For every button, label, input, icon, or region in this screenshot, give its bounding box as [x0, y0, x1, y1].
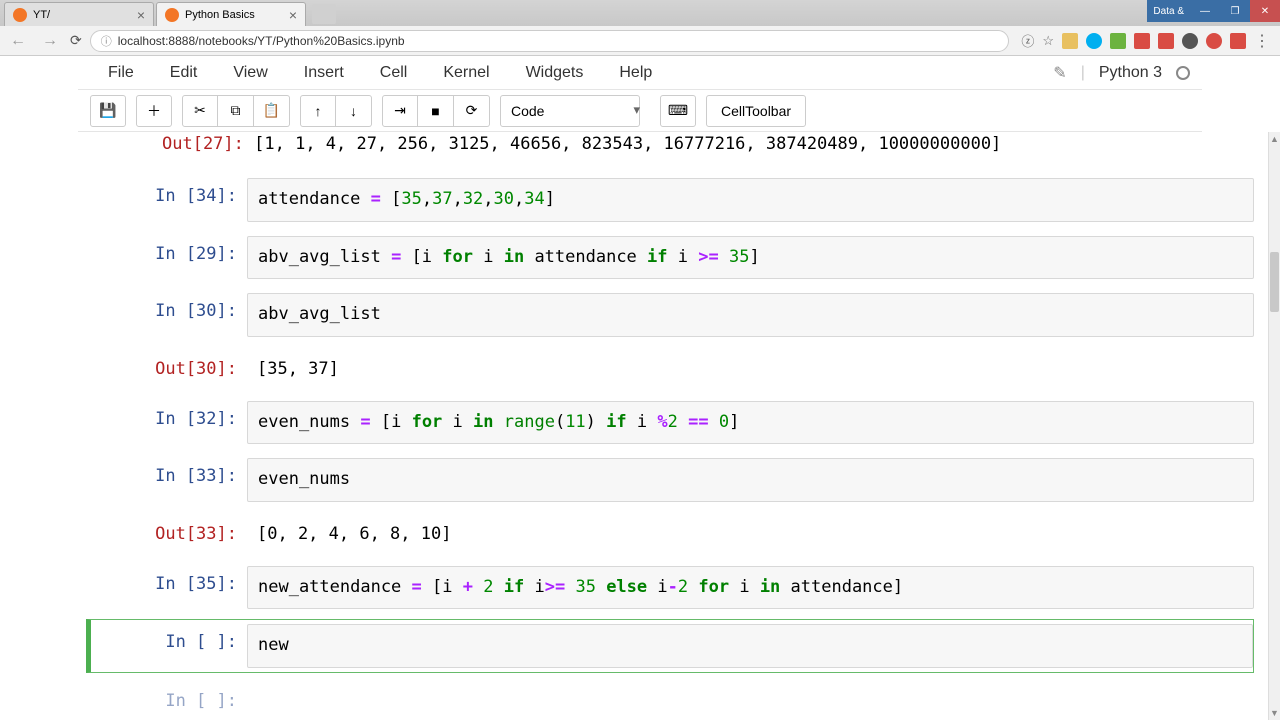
scroll-down-icon[interactable]: ▼ — [1269, 706, 1280, 720]
menu-widgets[interactable]: Widgets — [508, 58, 602, 88]
output-text: [35, 37] — [247, 351, 1254, 387]
jupyter-app: File Edit View Insert Cell Kernel Widget… — [0, 56, 1280, 720]
close-tab-icon[interactable]: × — [289, 7, 297, 23]
code-cell[interactable]: In [35]: new_attendance = [i + 2 if i>= … — [92, 562, 1254, 614]
menu-view[interactable]: View — [215, 58, 285, 88]
browser-tab-active[interactable]: Python Basics × — [156, 2, 306, 26]
scroll-up-icon[interactable]: ▲ — [1269, 132, 1280, 146]
code-cell[interactable]: In [30]: abv_avg_list — [92, 289, 1254, 341]
ext-icon[interactable] — [1206, 33, 1222, 49]
notebook: Out[27]: [1, 1, 4, 27, 256, 3125, 46656,… — [78, 132, 1268, 720]
menu-edit[interactable]: Edit — [152, 58, 216, 88]
address-bar-actions: ⓩ ☆ ⋮ — [1017, 31, 1274, 51]
code-cell[interactable]: In [34]: attendance = [35,37,32,30,34] — [92, 174, 1254, 226]
copy-button[interactable]: ⧉ — [218, 95, 254, 127]
output-cell: Out[30]: [35, 37] — [92, 347, 1254, 391]
close-tab-icon[interactable]: × — [137, 7, 145, 23]
in-prompt: In [35]: — [92, 566, 247, 610]
run-button[interactable]: ⇥ — [382, 95, 418, 127]
tab-title: Python Basics — [185, 9, 255, 21]
code-cell[interactable]: In [ ]: — [92, 679, 1254, 715]
menubar: File Edit View Insert Cell Kernel Widget… — [78, 56, 1202, 90]
output-text: [0, 2, 4, 6, 8, 10] — [247, 516, 1254, 552]
ext-icon[interactable] — [1158, 33, 1174, 49]
in-prompt: In [ ]: — [92, 683, 247, 711]
vertical-scrollbar[interactable]: ▲ ▼ — [1268, 132, 1280, 720]
ext-icon[interactable] — [1182, 33, 1198, 49]
star-icon[interactable]: ☆ — [1042, 33, 1054, 49]
reload-icon[interactable]: ⟳ — [70, 32, 82, 49]
new-tab-button[interactable] — [312, 4, 336, 24]
address-bar: ← → ⟳ ⓘ localhost:8888/notebooks/YT/Pyth… — [0, 26, 1280, 56]
in-prompt: In [29]: — [92, 236, 247, 280]
kernel-status-icon[interactable] — [1176, 66, 1190, 80]
menu-insert[interactable]: Insert — [286, 58, 362, 88]
menu-icon[interactable]: ⋮ — [1254, 31, 1270, 51]
in-prompt: In [32]: — [92, 401, 247, 445]
url-text: localhost:8888/notebooks/YT/Python%20Bas… — [118, 34, 405, 48]
ext-icon[interactable] — [1110, 33, 1126, 49]
maximize-icon[interactable]: ❐ — [1220, 0, 1250, 22]
in-prompt: In [33]: — [92, 458, 247, 502]
code-cell[interactable]: In [32]: even_nums = [i for i in range(1… — [92, 397, 1254, 449]
skype-icon[interactable] — [1086, 33, 1102, 49]
code-cell[interactable]: In [29]: abv_avg_list = [i for i in atte… — [92, 232, 1254, 284]
menu-cell[interactable]: Cell — [362, 58, 426, 88]
notebook-scroll[interactable]: Out[27]: [1, 1, 4, 27, 256, 3125, 46656,… — [78, 132, 1268, 720]
browser-tab-strip: YT/ × Python Basics × Data & — ❐ ✕ — [0, 0, 1280, 26]
code-cell[interactable]: In [33]: even_nums — [92, 454, 1254, 506]
jupyter-favicon-icon — [165, 8, 179, 22]
info-icon: ⓘ — [101, 33, 112, 49]
output-cell: Out[33]: [0, 2, 4, 6, 8, 10] — [92, 512, 1254, 556]
edit-icon[interactable]: ✎ — [1053, 63, 1066, 83]
out-prompt: Out[33]: — [92, 516, 247, 552]
ext-icon[interactable] — [1134, 33, 1150, 49]
code-input[interactable]: abv_avg_list — [247, 293, 1254, 337]
kernel-name: Python 3 — [1099, 64, 1162, 82]
tab-title: YT/ — [33, 9, 50, 21]
cell-type-select[interactable]: Code — [500, 95, 640, 127]
restart-button[interactable]: ⟳ — [454, 95, 490, 127]
paste-button[interactable]: 📋 — [254, 95, 290, 127]
in-prompt: In [30]: — [92, 293, 247, 337]
add-cell-button[interactable]: ＋ — [136, 95, 172, 127]
move-up-button[interactable]: ↑ — [300, 95, 336, 127]
in-prompt: In [34]: — [92, 178, 247, 222]
stop-button[interactable]: ■ — [418, 95, 454, 127]
minimize-icon[interactable]: — — [1190, 0, 1220, 22]
code-input[interactable]: attendance = [35,37,32,30,34] — [247, 178, 1254, 222]
window-controls: Data & — ❐ ✕ — [1147, 0, 1280, 26]
back-icon[interactable]: ← — [6, 32, 30, 50]
move-down-button[interactable]: ↓ — [336, 95, 372, 127]
url-input[interactable]: ⓘ localhost:8888/notebooks/YT/Python%20B… — [90, 30, 1010, 52]
data-button[interactable]: Data & — [1147, 0, 1190, 22]
code-input[interactable]: even_nums = [i for i in range(11) if i %… — [247, 401, 1254, 445]
code-input[interactable]: new_attendance = [i + 2 if i>= 35 else i… — [247, 566, 1254, 610]
scroll-thumb[interactable] — [1270, 252, 1279, 312]
save-button[interactable]: 💾 — [90, 95, 126, 127]
in-prompt: In [ ]: — [92, 624, 247, 668]
output-truncated: Out[27]: [1, 1, 4, 27, 256, 3125, 46656,… — [92, 134, 1254, 154]
menu-kernel[interactable]: Kernel — [425, 58, 507, 88]
out-prompt: Out[30]: — [92, 351, 247, 387]
command-palette-button[interactable]: ⌨ — [660, 95, 696, 127]
ext-icon[interactable] — [1062, 33, 1078, 49]
code-input[interactable]: abv_avg_list = [i for i in attendance if… — [247, 236, 1254, 280]
menu-file[interactable]: File — [90, 58, 152, 88]
separator: | — [1081, 64, 1085, 82]
code-input[interactable]: even_nums — [247, 458, 1254, 502]
forward-icon[interactable]: → — [38, 32, 62, 50]
jupyter-favicon-icon — [13, 8, 27, 22]
code-cell-selected[interactable]: In [ ]: new — [86, 619, 1254, 673]
menu-help[interactable]: Help — [601, 58, 670, 88]
ext-icon[interactable] — [1230, 33, 1246, 49]
cell-toolbar-button[interactable]: CellToolbar — [706, 95, 806, 127]
zoom-icon[interactable]: ⓩ — [1021, 31, 1034, 50]
close-window-icon[interactable]: ✕ — [1250, 0, 1280, 22]
toolbar: 💾 ＋ ✂ ⧉ 📋 ↑ ↓ ⇥ ■ ⟳ Code ⌨ CellToolbar — [78, 90, 1202, 132]
browser-tab[interactable]: YT/ × — [4, 2, 154, 26]
cut-button[interactable]: ✂ — [182, 95, 218, 127]
code-input[interactable]: new — [247, 624, 1253, 668]
